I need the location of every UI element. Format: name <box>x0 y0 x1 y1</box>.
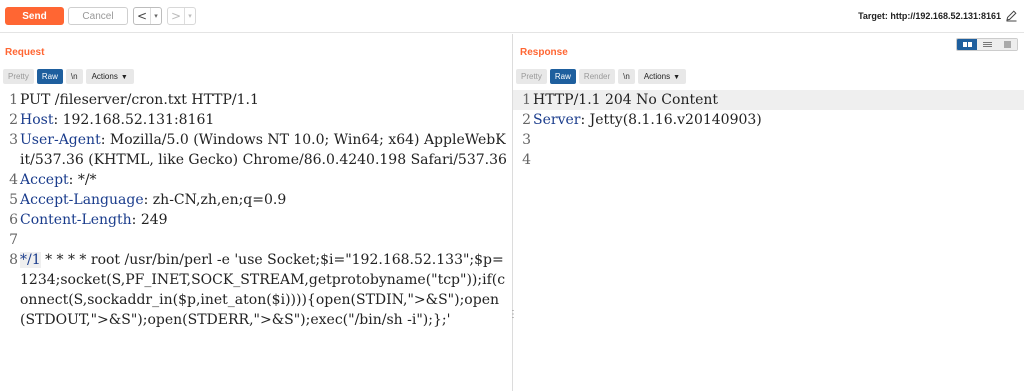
line-number: 1 <box>9 92 18 108</box>
editor-line: 4 Accept: */* <box>0 170 512 190</box>
header-name: Accept-Language <box>20 192 144 208</box>
line-number: 1 <box>522 92 531 108</box>
actions-dropdown[interactable]: Actions ▼ <box>637 69 687 84</box>
line-number: 2 <box>522 112 531 128</box>
editor-line: 4 <box>513 150 1024 170</box>
request-tabs: Pretty Raw \n Actions ▼ <box>3 69 134 84</box>
actions-label: Actions <box>91 72 118 81</box>
header-name: Server <box>533 112 581 128</box>
line-number: 6 <box>9 212 18 228</box>
header-name: User-Agent <box>20 132 101 148</box>
chevron-down-icon[interactable]: ▾ <box>184 8 195 24</box>
tab-raw[interactable]: Raw <box>549 69 576 84</box>
line-number: 5 <box>9 192 18 208</box>
chevron-down-icon: ▼ <box>673 74 681 81</box>
editor-line: 5 Accept-Language: zh-CN,zh,en;q=0.9 <box>0 190 512 210</box>
chevron-down-icon[interactable]: ▾ <box>150 8 161 24</box>
line-text <box>532 130 533 150</box>
editor-line: 2 Server: Jetty(8.1.16.v20140903) <box>513 110 1024 130</box>
response-editor[interactable]: 1 HTTP/1.1 204 No Content 2 Server: Jetty(… <box>513 90 1024 391</box>
editor-line: 1 HTTP/1.1 204 No Content <box>513 90 1024 110</box>
pencil-icon[interactable] <box>1005 9 1018 22</box>
request-title: Request <box>5 47 45 58</box>
request-editor[interactable]: 1 PUT /fileserver/cron.txt HTTP/1.1 2 Host… <box>0 90 512 391</box>
body-payload: * * * * root /usr/bin/perl -e 'use Socke… <box>20 252 506 328</box>
line-number: 4 <box>522 152 531 168</box>
single-view-icon[interactable] <box>997 39 1017 50</box>
line-number: 2 <box>9 112 18 128</box>
tab-newline[interactable]: \n <box>618 69 635 84</box>
target-url: Target: http://192.168.52.131:8161 <box>858 11 1001 21</box>
horizontal-view-icon[interactable] <box>977 39 997 50</box>
line-text: PUT /fileserver/cron.txt HTTP/1.1 <box>20 92 259 108</box>
tab-newline[interactable]: \n <box>65 69 83 84</box>
header-value: : zh-CN,zh,en;q=0.9 <box>143 192 287 208</box>
header-name: Content-Length <box>20 212 132 228</box>
top-toolbar: Send Cancel < ▾ > ▾ Target: http://192.1… <box>0 0 1024 33</box>
actions-dropdown[interactable]: Actions ▼ <box>85 69 134 84</box>
header-name: Accept <box>20 172 69 188</box>
line-number: 3 <box>522 132 531 148</box>
header-value: : Jetty(8.1.16.v20140903) <box>580 112 762 128</box>
tab-pretty[interactable]: Pretty <box>516 69 547 84</box>
send-button[interactable]: Send <box>5 7 64 25</box>
request-pane: Request Pretty Raw \n Actions ▼ 1 PUT /fil… <box>0 34 512 391</box>
body-cron-schedule: */1 <box>20 252 41 268</box>
editor-line: 8 */1 * * * * root /usr/bin/perl -e 'use … <box>0 250 512 330</box>
editor-line: 6 Content-Length: 249 <box>0 210 512 230</box>
line-number: 7 <box>9 232 18 248</box>
chevron-right-icon: > <box>170 9 182 23</box>
line-number: 4 <box>9 172 18 188</box>
line-number: 3 <box>9 132 18 148</box>
tab-raw[interactable]: Raw <box>36 69 63 84</box>
editor-line: 3 <box>513 130 1024 150</box>
tab-pretty[interactable]: Pretty <box>3 69 34 84</box>
response-tabs: Pretty Raw Render \n Actions ▼ <box>516 69 687 84</box>
actions-label: Actions <box>643 72 671 81</box>
editor-line: 1 PUT /fileserver/cron.txt HTTP/1.1 <box>0 90 512 110</box>
status-line: HTTP/1.1 204 No Content <box>533 92 719 108</box>
response-title: Response <box>520 47 568 58</box>
header-name: Host <box>20 112 54 128</box>
cancel-button[interactable]: Cancel <box>68 7 128 25</box>
editor-line: 7 <box>0 230 512 250</box>
history-forward-button[interactable]: > ▾ <box>167 7 196 25</box>
line-text <box>19 230 508 250</box>
header-value: : 192.168.52.131:8161 <box>53 112 215 128</box>
header-value: : */* <box>68 172 97 188</box>
split-view-icon[interactable] <box>957 39 977 50</box>
history-back-button[interactable]: < ▾ <box>133 7 162 25</box>
chevron-left-icon: < <box>136 9 148 23</box>
editor-line: 2 Host: 192.168.52.131:8161 <box>0 110 512 130</box>
layout-toggle <box>956 38 1018 51</box>
line-text <box>532 150 533 170</box>
response-pane: Response Pretty Raw Render \n Actions ▼ 1… <box>513 34 1024 391</box>
editor-line: 3 User-Agent: Mozilla/5.0 (Windows NT 10.… <box>0 130 512 170</box>
tab-render[interactable]: Render <box>578 69 616 84</box>
header-value: : 249 <box>131 212 168 228</box>
chevron-down-icon: ▼ <box>120 74 128 81</box>
line-number: 8 <box>9 252 18 268</box>
